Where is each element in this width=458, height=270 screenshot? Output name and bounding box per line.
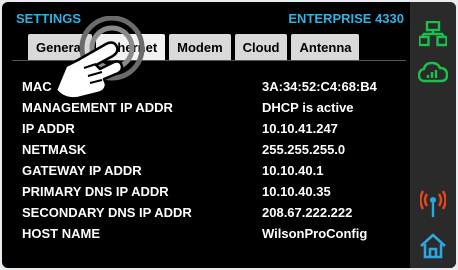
- row-label: NETMASK: [22, 142, 87, 157]
- hand-shape: [54, 41, 124, 100]
- sidebar: [410, 2, 456, 268]
- tap-hand-icon: [54, 16, 145, 100]
- device-frame: SETTINGS ENTERPRISE 4330 General Etherne…: [2, 2, 456, 268]
- row-value: 208.67.222.222: [262, 205, 353, 220]
- row-label: SECONDARY DNS IP ADDR: [22, 205, 192, 220]
- antenna-icon[interactable]: [417, 188, 449, 220]
- row-value: 3A:34:52:C4:68:B4: [262, 79, 377, 94]
- row-ip-addr: IP ADDR 10.10.41.247: [22, 121, 410, 142]
- row-value: 10.10.41.247: [262, 121, 338, 136]
- row-primary-dns: PRIMARY DNS IP ADDR 10.10.40.35: [22, 184, 410, 205]
- home-icon[interactable]: [417, 230, 449, 262]
- row-label: GATEWAY IP ADDR: [22, 163, 142, 178]
- row-secondary-dns: SECONDARY DNS IP ADDR 208.67.222.222: [22, 205, 410, 226]
- row-gateway: GATEWAY IP ADDR 10.10.40.1: [22, 163, 410, 184]
- row-label: HOST NAME: [22, 226, 100, 241]
- row-label: PRIMARY DNS IP ADDR: [22, 184, 169, 199]
- tab-cloud[interactable]: Cloud: [234, 34, 288, 60]
- row-label: IP ADDR: [22, 121, 75, 136]
- row-value: 10.10.40.35: [262, 184, 331, 199]
- settings-screen: SETTINGS ENTERPRISE 4330 General Etherne…: [8, 2, 410, 268]
- row-host-name: HOST NAME WilsonProConfig: [22, 226, 410, 247]
- tab-modem[interactable]: Modem: [169, 34, 231, 60]
- tab-antenna[interactable]: Antenna: [291, 34, 360, 60]
- row-netmask: NETMASK 255.255.255.0: [22, 142, 410, 163]
- row-value: 10.10.40.1: [262, 163, 324, 178]
- row-value: 255.255.255.0: [262, 142, 346, 157]
- row-value: WilsonProConfig: [262, 226, 368, 241]
- cloud-icon[interactable]: [417, 56, 449, 88]
- row-value: DHCP is active: [262, 100, 354, 115]
- network-icon[interactable]: [417, 18, 449, 50]
- model-name: ENTERPRISE 4330: [288, 11, 404, 26]
